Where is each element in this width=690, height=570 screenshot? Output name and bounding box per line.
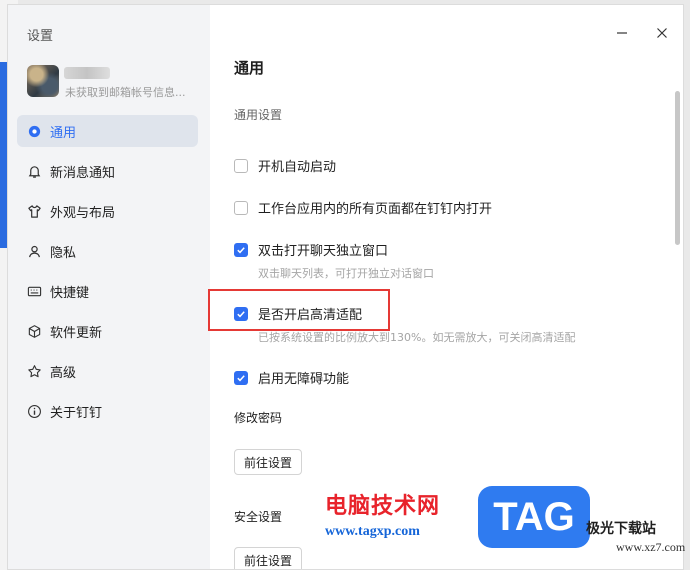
option-auto-start[interactable]: 开机自动启动 [234,156,336,175]
watermark-site: 极光下载站 [586,521,656,537]
settings-window: 设置 未获取到邮箱帐号信息... 通用 新消息通知 外观与布局 隐私 快捷键 软… [7,4,684,570]
sidebar-item-update[interactable]: 软件更新 [17,315,198,347]
avatar[interactable] [27,65,59,97]
gear-icon [26,123,42,139]
option-hint: 已按系统设置的比例放大到130%。如无需放大，可关闭高清适配 [258,331,576,344]
check-icon [237,246,245,253]
keyboard-icon [26,283,42,299]
option-accessibility[interactable]: 启用无障碍功能 [234,368,349,387]
settings-content: 通用 通用设置 开机自动启动 工作台应用内的所有页面都在钉钉内打开 双击打开聊天… [208,5,683,569]
watermark-tag-badge: TAG [478,486,590,548]
red-highlight-box [208,289,390,331]
minimize-icon [617,32,627,34]
star-icon [26,363,42,379]
section-password: 修改密码 [234,411,283,425]
sidebar-item-about[interactable]: 关于钉钉 [17,395,198,427]
account-status: 未获取到邮箱帐号信息... [65,86,186,99]
page-title: 通用 [234,59,265,77]
sidebar-item-label: 快捷键 [50,285,90,301]
password-settings-button[interactable]: 前往设置 [234,449,303,475]
watermark-cn: 电脑技术网 [325,494,441,519]
option-hint: 双击聊天列表，可打开独立对话窗口 [258,267,434,280]
option-label: 双击打开聊天独立窗口 [258,244,389,259]
sidebar-item-label: 隐私 [50,245,77,261]
close-button[interactable] [652,23,672,43]
shirt-icon [26,203,42,219]
scrollbar[interactable] [675,91,680,245]
cube-icon [26,323,42,339]
person-icon [26,243,42,259]
checkbox-unchecked[interactable] [234,200,248,215]
section-security: 安全设置 [234,510,283,524]
sidebar-item-advanced[interactable]: 高级 [17,355,198,387]
checkbox-checked[interactable] [234,370,248,385]
close-icon [657,28,667,38]
sidebar-item-label: 通用 [50,125,77,141]
watermark-url: www.tagxp.com [325,524,420,539]
watermark-text: 电脑技术网 www.tagxp.com [325,488,485,540]
bell-icon [26,163,42,179]
sidebar-item-appearance[interactable]: 外观与布局 [17,195,198,227]
option-double-click-window[interactable]: 双击打开聊天独立窗口 [234,240,388,259]
sidebar-item-general[interactable]: 通用 [17,115,198,147]
check-icon [237,374,245,381]
username-blurred [64,67,110,79]
sidebar-nav: 通用 新消息通知 外观与布局 隐私 快捷键 软件更新 高级 关于钉钉 [17,115,198,435]
sidebar-item-label: 软件更新 [50,325,103,341]
sidebar-item-shortcuts[interactable]: 快捷键 [17,275,198,307]
watermark-site-url: www.xz7.com [616,540,686,554]
option-label: 开机自动启动 [258,160,337,175]
option-label: 工作台应用内的所有页面都在钉钉内打开 [258,202,493,217]
sidebar: 设置 未获取到邮箱帐号信息... 通用 新消息通知 外观与布局 隐私 快捷键 软… [8,5,210,569]
checkbox-unchecked[interactable] [234,158,248,173]
security-settings-button[interactable]: 前往设置 [234,547,303,569]
checkbox-checked[interactable] [234,242,248,257]
sidebar-item-privacy[interactable]: 隐私 [17,235,198,267]
minimize-button[interactable] [612,23,632,43]
sidebar-item-notifications[interactable]: 新消息通知 [17,155,198,187]
section-general: 通用设置 [234,108,283,122]
sidebar-item-label: 高级 [50,365,77,381]
window-title: 设置 [27,29,54,44]
option-label: 启用无障碍功能 [258,372,350,387]
info-icon [26,403,42,419]
option-open-in-app[interactable]: 工作台应用内的所有页面都在钉钉内打开 [234,198,492,217]
sidebar-item-label: 外观与布局 [50,205,116,221]
sidebar-item-label: 新消息通知 [50,165,116,181]
sidebar-item-label: 关于钉钉 [50,405,103,421]
